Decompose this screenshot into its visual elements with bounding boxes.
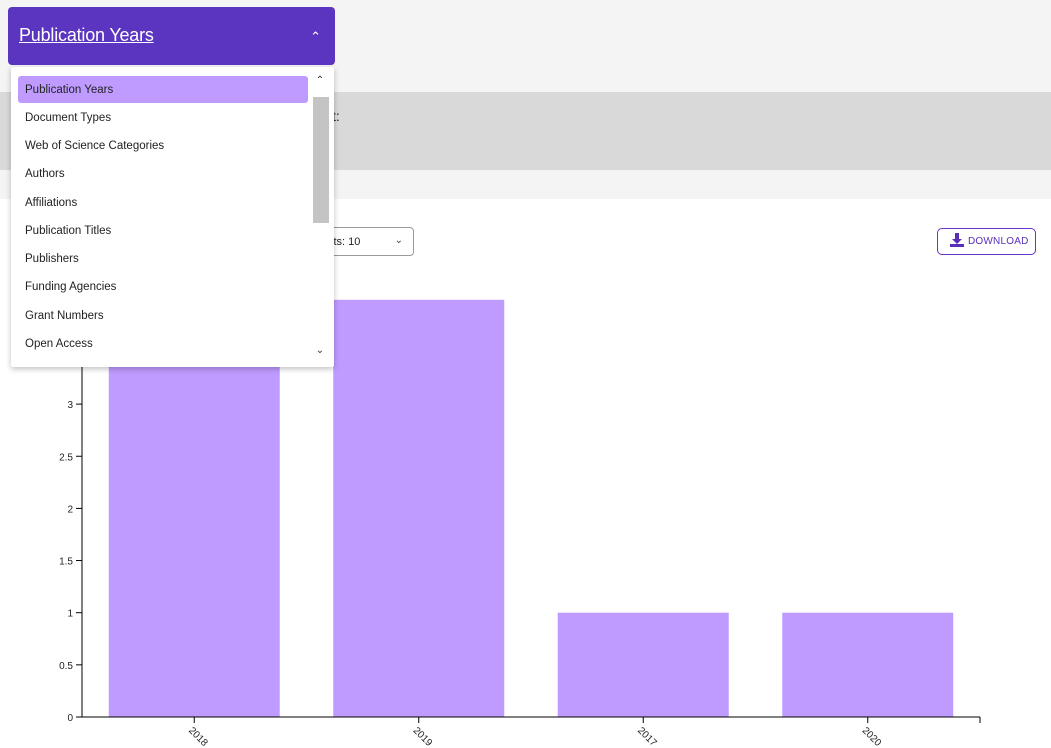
chevron-up-icon: ⌃ [310, 29, 321, 44]
y-tick-label: 2 [67, 504, 73, 515]
option-publishers[interactable]: Publishers [18, 245, 308, 272]
bar-2019 [333, 299, 505, 717]
analysis-field-dropdown[interactable]: Publication Years ⌃ [8, 7, 335, 65]
x-tick-label-2020: 2020 [860, 725, 884, 748]
option-web-of-science-categories[interactable]: Web of Science Categories [18, 132, 308, 159]
bar-2017 [557, 612, 729, 717]
y-tick-label: 1.5 [59, 557, 73, 568]
x-tick-label-2017: 2017 [635, 725, 659, 748]
y-tick-label: 0 [67, 713, 73, 724]
y-tick-label: 1 [67, 609, 73, 620]
scroll-up-icon[interactable]: ⌃ [311, 75, 329, 89]
y-tick-label: 3 [67, 400, 73, 411]
x-tick-label-2019: 2019 [411, 725, 435, 748]
y-tick-label: 2.5 [59, 452, 73, 463]
scroll-down-icon[interactable]: ⌄ [311, 345, 329, 359]
scrollbar-thumb[interactable] [313, 97, 329, 223]
bar-2020 [782, 612, 954, 717]
dropdown-scrollbar[interactable]: ⌃ ⌄ [311, 73, 329, 361]
dropdown-menu: Publication Years Document Types Web of … [11, 67, 334, 367]
option-publication-years[interactable]: Publication Years [18, 76, 308, 103]
option-document-types[interactable]: Document Types [18, 104, 308, 131]
option-publication-titles[interactable]: Publication Titles [18, 217, 308, 244]
y-tick-label: 0.5 [59, 661, 73, 672]
option-open-access[interactable]: Open Access [18, 330, 308, 357]
option-funding-agencies[interactable]: Funding Agencies [18, 273, 308, 300]
option-grant-numbers[interactable]: Grant Numbers [18, 302, 308, 329]
option-affiliations[interactable]: Affiliations [18, 189, 308, 216]
dropdown-selected-label: Publication Years [19, 25, 154, 45]
x-tick-label-2018: 2018 [186, 725, 210, 748]
option-authors[interactable]: Authors [18, 160, 308, 187]
